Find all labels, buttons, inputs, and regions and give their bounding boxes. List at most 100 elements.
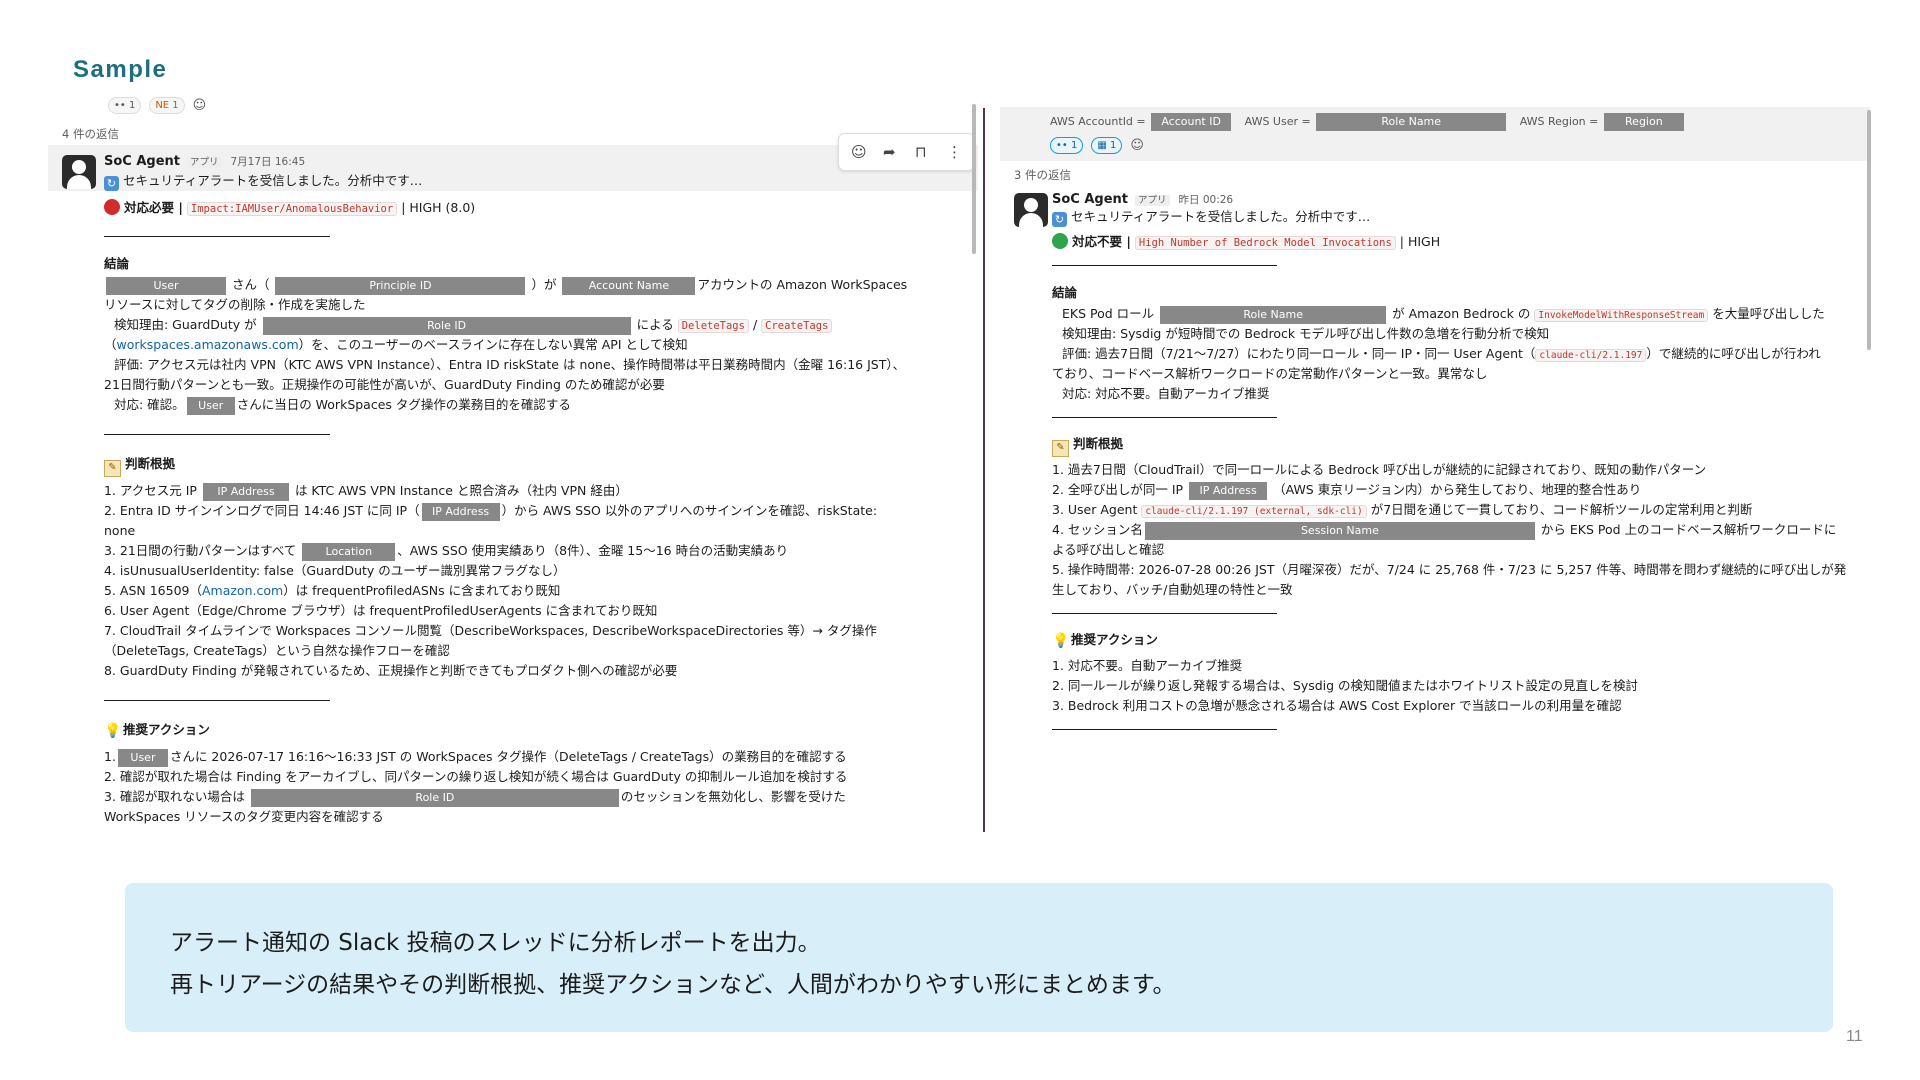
action-item-2: 2. 確認が取れた場合は Finding をアーカイブし、同パターンの繰り返し検…: [104, 769, 848, 784]
basis-item-5: 5. ASN 16509（Amazon.com）は frequentProfil…: [104, 581, 560, 601]
author-name[interactable]: SoC Agent: [1052, 192, 1128, 207]
redacted-account-id: Account ID: [1151, 113, 1232, 131]
redacted-role-name: Role Name: [1316, 113, 1507, 131]
reaction-eyes[interactable]: •• 1: [1050, 137, 1084, 154]
app-tag: アプリ: [187, 157, 222, 168]
text: さんに当日の WorkSpaces タグ操作の業務目的を確認する: [236, 397, 571, 412]
divider: [104, 700, 330, 701]
status-line: 対応不要 | High Number of Bedrock Model Invo…: [1052, 232, 1440, 253]
text: ）が: [531, 277, 557, 292]
code-user-agent: claude-cli/2.1.197: [1535, 349, 1647, 362]
text: 対応: 確認。: [114, 397, 185, 412]
finding-type-code: Impact:IAMUser/AnomalousBehavior: [186, 202, 398, 216]
divider: [104, 236, 330, 237]
left-slack-thread: •• 1 NE 1 ☺ 4 件の返信 SoC Agent アプリ 7月17日 1…: [48, 95, 982, 832]
text: ）から AWS SSO 以外のアプリへのサインインを確認、riskState:: [501, 503, 878, 518]
add-reaction-icon[interactable]: ☺: [193, 98, 207, 113]
left-scrollbar[interactable]: [972, 104, 976, 254]
evaluation-line-2: 21日間行動パターンとも一致。正規操作の可能性が高いが、GuardDuty Fi…: [104, 377, 665, 392]
redacted-user: User: [186, 396, 235, 415]
response-line: 対応: 確認。 User さんに当日の WorkSpaces タグ操作の業務目的を確…: [114, 395, 571, 415]
action-heading: 💡 推奨アクション: [1052, 630, 1158, 650]
agent-avatar-icon[interactable]: [62, 155, 96, 189]
detection-reason-line-2: （workspaces.amazonaws.com）を、このユーザーのベースライ…: [104, 335, 688, 355]
divider: [1052, 265, 1277, 266]
text: /: [752, 317, 758, 332]
text: 4. セッション名: [1052, 522, 1143, 537]
lightbulb-icon: 💡: [1052, 633, 1070, 649]
basis-item-4: 4. セッション名 Session Name から EKS Pod 上のコードベー…: [1052, 520, 1836, 540]
code-delete-tags: DeleteTags: [677, 319, 749, 333]
conclusion-heading: 結論: [1052, 285, 1078, 300]
basis-item-6: 6. User Agent（Edge/Chrome ブラウザ）は frequen…: [104, 603, 658, 618]
redacted-region: Region: [1603, 113, 1684, 131]
reaction-table[interactable]: ▦ 1: [1091, 137, 1123, 154]
text: ）を、このユーザーのベースラインに存在しない異常 API として検知: [298, 337, 688, 352]
memo-icon: ✎: [104, 460, 121, 477]
text: ）は frequentProfiledASNs に含まれており既知: [283, 583, 561, 598]
conclusion-line-2: リソースに対してタグの削除・作成を実施した: [104, 297, 366, 312]
text: 、AWS SSO 使用実績あり（8件）、金曜 15〜16 時台の活動実績あり: [397, 543, 789, 558]
amazon-link[interactable]: Amazon.com: [202, 583, 283, 598]
code-user-agent: claude-cli/2.1.197 (external, sdk-cli): [1141, 505, 1367, 518]
add-reaction-icon[interactable]: ☺: [1130, 138, 1144, 153]
reply-count[interactable]: 3 件の返信: [1014, 165, 1071, 185]
action-item-1: 1. User さんに 2026-07-17 16:16〜16:33 JST の W…: [104, 747, 847, 767]
message-time[interactable]: 昨日 00:26: [1179, 194, 1234, 206]
received-text: セキュリティアラートを受信しました。分析中です…: [123, 173, 423, 188]
received-text: セキュリティアラートを受信しました。分析中です…: [1071, 209, 1371, 224]
received-line: ↻ セキュリティアラートを受信しました。分析中です…: [1052, 207, 1370, 227]
slide-title: Sample: [73, 56, 168, 83]
code-create-tags: CreateTags: [761, 319, 833, 333]
reaction-ne[interactable]: NE 1: [149, 97, 185, 114]
text: 判断根拠: [1073, 436, 1124, 451]
conclusion-heading: 結論: [104, 256, 130, 271]
text: 2. 全呼び出しが同一 IP: [1052, 482, 1184, 497]
text: による: [636, 317, 674, 332]
text: 5. ASN 16509（: [104, 583, 202, 598]
action-item-3: 3. Bedrock 利用コストの急増が懸念される場合は AWS Cost Ex…: [1052, 698, 1622, 713]
redacted-location: Location: [302, 542, 396, 561]
text: 評価: 過去7日間（7/21〜7/27）にわたり同一ロール・同一 IP・同一 U…: [1062, 346, 1536, 361]
redacted-ip: IP Address: [421, 502, 500, 521]
text: 推奨アクション: [123, 722, 210, 737]
share-icon[interactable]: ➦: [883, 142, 896, 162]
right-scrollbar[interactable]: [1867, 110, 1871, 350]
green-circle-icon: [1052, 233, 1068, 249]
text: 1.: [104, 749, 116, 764]
basis-item-4: 4. isUnusualUserIdentity: false（GuardDut…: [104, 563, 566, 578]
status-line: 対応必要 | Impact:IAMUser/AnomalousBehavior …: [104, 198, 475, 219]
agent-avatar-icon[interactable]: [1014, 193, 1048, 227]
reaction-eyes[interactable]: •• 1: [108, 97, 142, 114]
reply-count[interactable]: 4 件の返信: [62, 124, 119, 144]
basis-item-7: 7. CloudTrail タイムラインで Workspaces コンソール閲覧…: [104, 623, 877, 638]
basis-item-2-cont: none: [104, 523, 136, 538]
action-item-2: 2. 同一ルールが繰り返し発報する場合は、Sysdig の検知閾値またはホワイト…: [1052, 678, 1639, 693]
redacted-principal-id: Principle ID: [275, 276, 526, 295]
text: EKS Pod ロール: [1062, 306, 1155, 321]
status-label: 対応必要 |: [124, 200, 183, 215]
text: 3. User Agent: [1052, 502, 1138, 517]
finding-type-code: High Number of Bedrock Model Invocations: [1134, 236, 1396, 250]
red-circle-icon: [104, 199, 120, 215]
bookmark-icon[interactable]: ⊓: [915, 142, 927, 162]
basis-item-1: 1. 過去7日間（CloudTrail）で同一ロールによる Bedrock 呼び…: [1052, 462, 1707, 477]
author-name[interactable]: SoC Agent: [104, 154, 180, 169]
top-reactions: •• 1 NE 1 ☺: [108, 95, 206, 116]
redacted-role-id: Role ID: [250, 788, 619, 807]
more-actions-icon[interactable]: ⋮: [947, 142, 962, 162]
text: 2. Entra ID サインインログで同日 14:46 JST に同 IP（: [104, 503, 420, 518]
basis-item-2: 2. 全呼び出しが同一 IP IP Address （AWS 東京リージョン内）…: [1052, 480, 1641, 500]
workspaces-link[interactable]: workspaces.amazonaws.com: [117, 337, 299, 352]
reactions: •• 1 ▦ 1 ☺: [1050, 135, 1144, 156]
text: AWS AccountId =: [1050, 115, 1146, 128]
lightbulb-icon: 💡: [104, 723, 122, 739]
add-reaction-icon[interactable]: ☺: [851, 142, 867, 162]
redacted-role-name: Role Name: [1160, 305, 1387, 324]
redacted-session-name: Session Name: [1144, 521, 1535, 540]
basis-heading: ✎ 判断根拠: [104, 454, 175, 477]
text: AWS User =: [1244, 115, 1311, 128]
basis-item-3: 3. User Agent claude-cli/2.1.197 (extern…: [1052, 500, 1752, 522]
message-time[interactable]: 7月17日 16:45: [231, 156, 306, 168]
memo-icon: ✎: [1052, 440, 1069, 457]
